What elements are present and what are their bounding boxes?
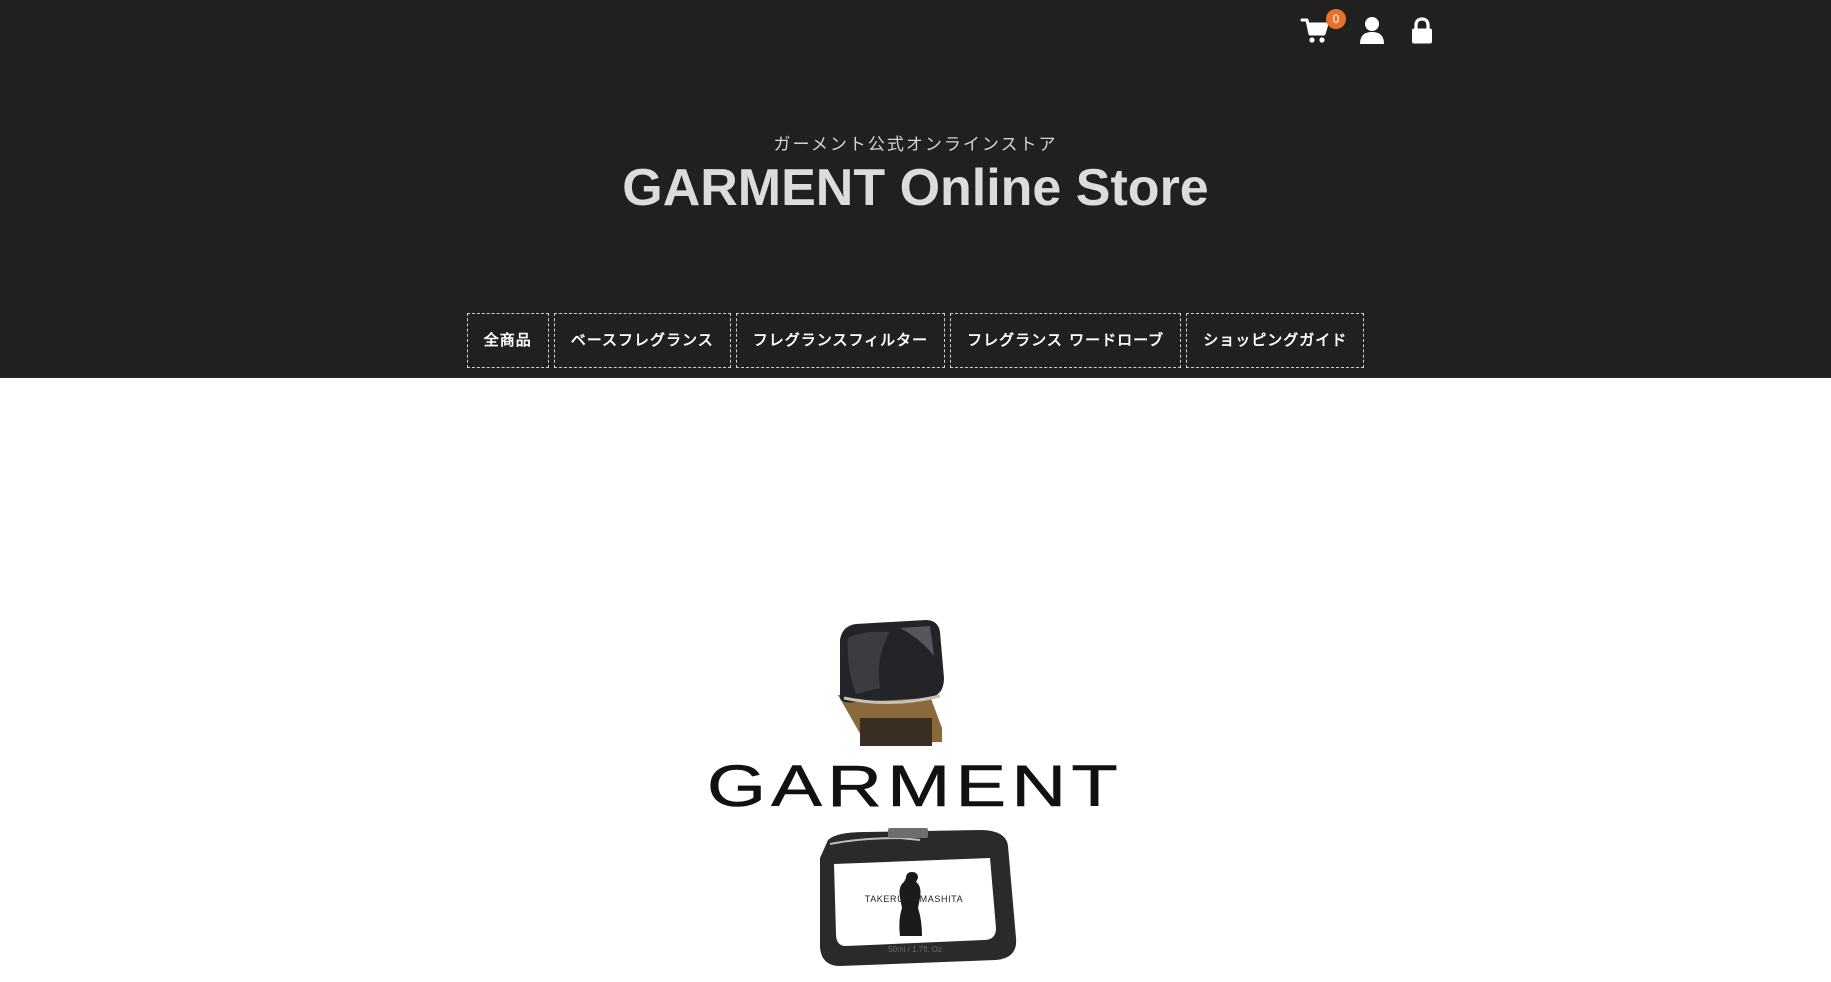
brand-wordmark: GARMENT: [707, 754, 1123, 819]
cart-link[interactable]: 0: [1300, 9, 1346, 50]
bottle-label-text: TAKERU YAMASHITA: [865, 894, 963, 904]
user-icon: [1360, 17, 1384, 44]
account-link[interactable]: [1359, 16, 1393, 50]
nav-item-shopping-guide[interactable]: ショッピングガイド: [1186, 313, 1365, 368]
nav-item-all-products[interactable]: 全商品: [466, 313, 549, 368]
login-link[interactable]: [1410, 16, 1444, 50]
brand-logo: GARMENT TAKERU YAMASHITA 50ml / 1.7fl. O…: [690, 528, 1140, 978]
main-nav: 全商品 ベースフレグランス フレグランスフィルター フレグランス ワードローブ …: [0, 313, 1831, 368]
perfume-bottle-image: TAKERU YAMASHITA 50ml / 1.7fl. Oz: [820, 828, 1017, 966]
bottle-volume-text: 50ml / 1.7fl. Oz: [888, 945, 942, 954]
lock-icon: [1412, 17, 1432, 44]
bottle-cap-image: [838, 620, 944, 746]
cart-count-badge: 0: [1326, 9, 1346, 29]
site-subtitle: ガーメント公式オンラインストア: [773, 135, 1058, 155]
site-title-link[interactable]: GARMENT Online Store: [0, 158, 1831, 218]
hero-banner: GARMENT TAKERU YAMASHITA 50ml / 1.7fl. O…: [0, 378, 1831, 975]
nav-item-fragrance-wardrobe[interactable]: フレグランス ワードローブ: [950, 313, 1182, 368]
nav-item-fragrance-filter[interactable]: フレグランスフィルター: [735, 313, 946, 368]
site-header: 0 ガーメント公式オンラインストア GARMENT Online Store 全…: [0, 0, 1831, 378]
nav-item-base-fragrance[interactable]: ベースフレグランス: [553, 313, 731, 368]
